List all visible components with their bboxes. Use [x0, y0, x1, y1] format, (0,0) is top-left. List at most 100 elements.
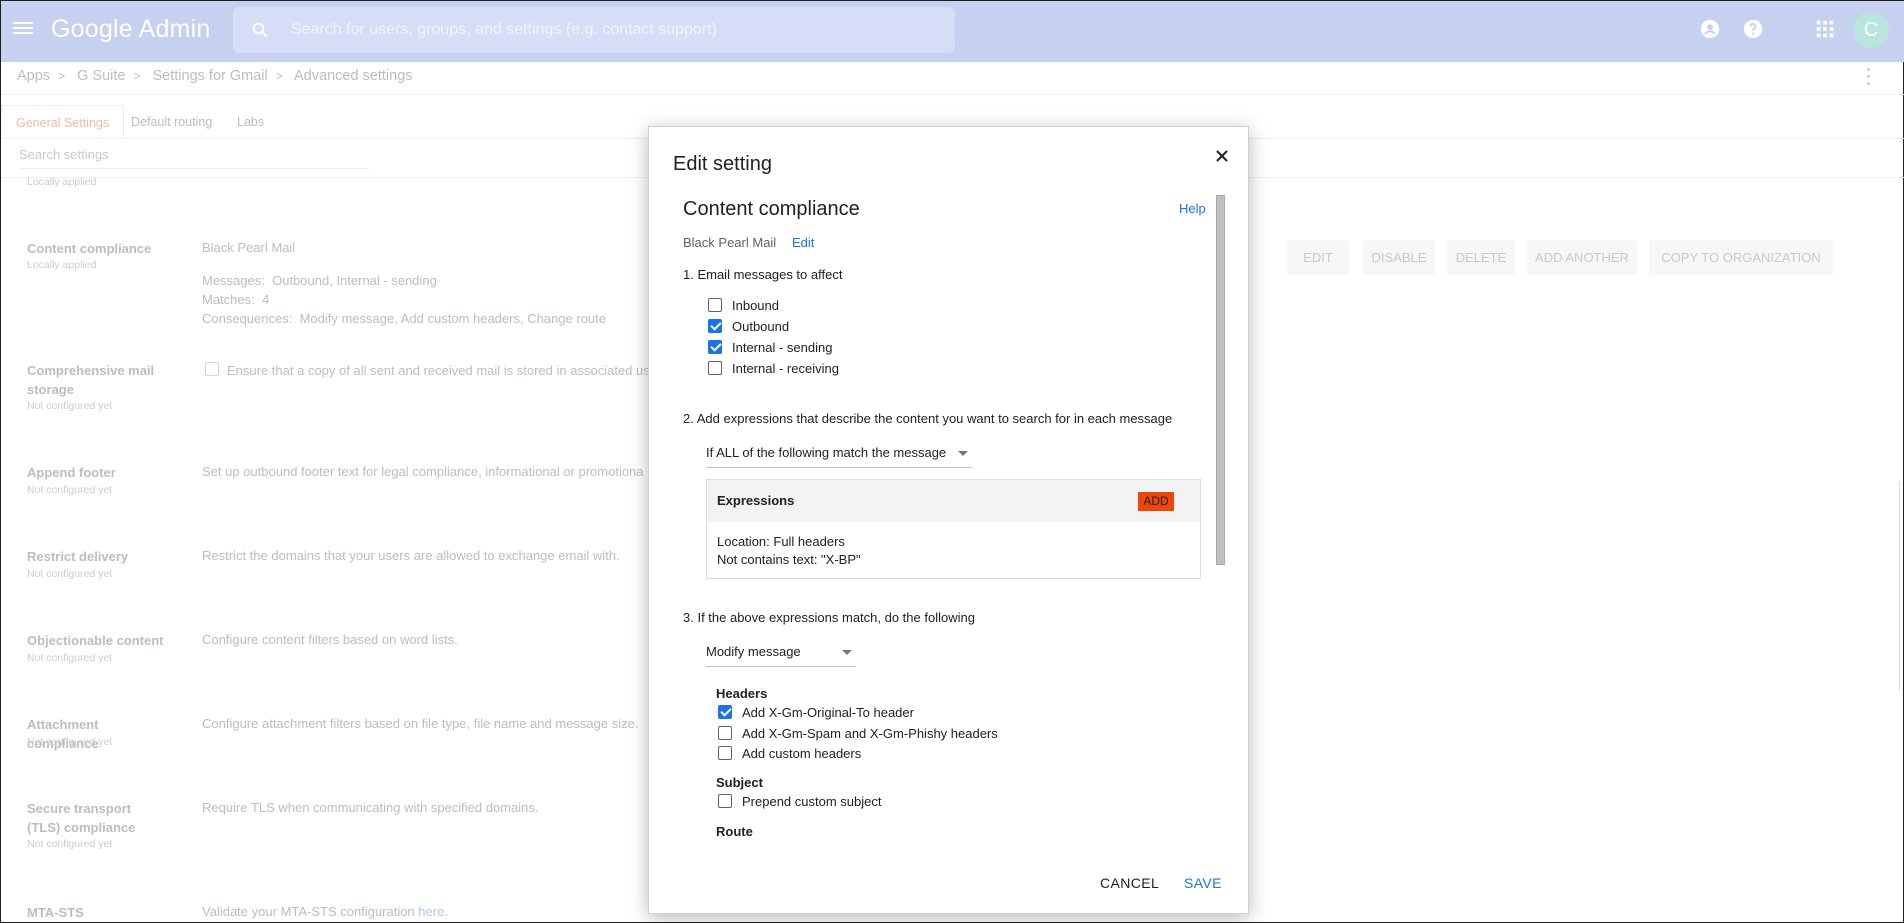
setting-title[interactable]: Content compliance — [27, 239, 167, 258]
add-expression-button[interactable]: ADD — [1138, 492, 1174, 511]
checkbox-label: Inbound — [732, 298, 779, 313]
checkbox-box — [718, 793, 732, 808]
checkbox-label: Prepend custom subject — [742, 794, 882, 809]
save-button[interactable]: SAVE — [1184, 873, 1222, 893]
setting-description: Require TLS when communicating with spec… — [202, 800, 539, 815]
menu-icon[interactable] — [13, 19, 33, 39]
dropdown-value: If ALL of the following match the messag… — [706, 445, 947, 460]
mail-storage-checkbox[interactable] — [205, 362, 219, 376]
account-circle-icon[interactable] — [1699, 18, 1721, 40]
expressions-box: Expressions ADD Location: Full headers N… — [706, 479, 1201, 579]
step-2-label: 2. Add expressions that describe the con… — [683, 411, 1173, 426]
tab-labs[interactable]: Labs — [237, 105, 264, 139]
copy-to-organization-button[interactable]: COPY TO ORGANIZATION — [1649, 240, 1833, 275]
setting-status: Locally applied — [27, 259, 97, 271]
inbound-checkbox[interactable]: Inbound — [708, 297, 779, 315]
checkbox-box — [708, 297, 722, 312]
avatar[interactable]: C — [1853, 12, 1889, 48]
route-heading: Route — [716, 824, 753, 839]
divider — [1, 94, 1904, 95]
matches-value: 4 — [261, 292, 270, 307]
expressions-header: Expressions ADD — [707, 480, 1200, 522]
edit-org-link[interactable]: Edit — [792, 235, 814, 250]
action-dropdown[interactable]: Modify message — [706, 641, 856, 667]
expression-condition: Not contains text: "X-BP" — [717, 552, 861, 567]
checkbox-box — [708, 318, 722, 333]
top-app-bar: Google Admin C — [1, 1, 1904, 62]
close-icon[interactable] — [1215, 149, 1229, 163]
edit-setting-dialog: Edit setting Content compliance Help Bla… — [648, 126, 1249, 914]
checkbox-label: Add X-Gm-Original-To header — [742, 705, 914, 720]
add-spam-phishy-headers-checkbox[interactable]: Add X-Gm-Spam and X-Gm-Phishy headers — [718, 725, 998, 743]
setting-title[interactable]: Append footer — [27, 463, 167, 482]
messages-value: Outbound, Internal - sending — [272, 273, 437, 288]
outbound-checkbox[interactable]: Outbound — [708, 318, 789, 336]
internal-receiving-checkbox[interactable]: Internal - receiving — [708, 360, 839, 378]
setting-status: Not configured yet — [27, 838, 113, 850]
setting-status: Not configured yet — [27, 484, 113, 496]
help-link[interactable]: Help — [1179, 201, 1206, 216]
org-name: Black Pearl Mail — [683, 235, 777, 250]
matches-label: Matches: — [202, 292, 255, 307]
setting-title[interactable]: Comprehensive mail storage — [27, 361, 167, 399]
disable-button[interactable]: DISABLE — [1363, 240, 1435, 275]
setting-description: Set up outbound footer text for legal co… — [202, 464, 644, 479]
prepend-subject-checkbox[interactable]: Prepend custom subject — [718, 793, 881, 811]
app-logo[interactable]: Google Admin — [51, 15, 210, 44]
breadcrumb-item: Advanced settings — [294, 68, 413, 84]
setting-status: Not configured yet — [27, 400, 113, 412]
content-compliance-matches: Matches: 4 — [202, 292, 269, 307]
expression-location: Location: Full headers — [717, 534, 845, 549]
checkbox-box — [718, 745, 732, 760]
breadcrumb: Apps > G Suite > Settings for Gmail > Advan… — [17, 68, 413, 84]
settings-search-input[interactable]: Search settings — [19, 147, 369, 169]
more-options-icon[interactable] — [1867, 68, 1871, 86]
breadcrumb-item[interactable]: Apps — [17, 68, 50, 84]
checkbox-box — [708, 339, 722, 354]
edit-button[interactable]: EDIT — [1287, 240, 1349, 275]
content-compliance-messages: Messages: Outbound, Internal - sending — [202, 273, 437, 288]
checkbox-box — [718, 725, 732, 740]
add-custom-headers-checkbox[interactable]: Add custom headers — [718, 745, 861, 763]
consequences-label: Consequences: — [202, 311, 293, 326]
dialog-title: Edit setting — [673, 153, 772, 175]
checkbox-box — [718, 704, 732, 719]
setting-title[interactable]: Secure transport (TLS) compliance — [27, 799, 167, 837]
row-status: Locally applied — [27, 176, 97, 188]
help-icon[interactable] — [1742, 18, 1764, 40]
add-another-button[interactable]: ADD ANOTHER — [1527, 240, 1637, 275]
tab-default-routing[interactable]: Default routing — [131, 105, 212, 139]
checkbox-label: Internal - sending — [732, 340, 833, 355]
cancel-button[interactable]: CANCEL — [1100, 873, 1159, 893]
dialog-scrollbar[interactable] — [1216, 195, 1225, 565]
here-link[interactable]: here — [418, 904, 444, 919]
dropdown-arrow-icon — [842, 650, 852, 655]
mta-sts-text: Validate your MTA-STS configuration — [202, 904, 415, 919]
checkbox-label: Add custom headers — [742, 746, 862, 761]
setting-title[interactable]: MTA-STS — [27, 903, 167, 922]
page-scrollbar[interactable] — [1899, 481, 1900, 691]
breadcrumb-item[interactable]: Settings for Gmail — [153, 68, 268, 84]
setting-description: Black Pearl Mail — [202, 240, 296, 255]
internal-sending-checkbox[interactable]: Internal - sending — [708, 339, 832, 357]
match-mode-dropdown[interactable]: If ALL of the following match the messag… — [706, 442, 972, 468]
setting-title[interactable]: Restrict delivery — [27, 547, 167, 566]
consequences-value: Modify message, Add custom headers, Chan… — [299, 311, 606, 326]
subject-heading: Subject — [716, 775, 763, 790]
tab-general-settings[interactable]: General Settings — [1, 105, 125, 139]
setting-title[interactable]: Objectionable content — [27, 631, 167, 650]
delete-button[interactable]: DELETE — [1447, 240, 1515, 275]
step-1-label: 1. Email messages to affect — [683, 267, 843, 282]
search-input[interactable] — [289, 19, 929, 41]
section-title: Content compliance — [683, 198, 860, 220]
breadcrumb-item[interactable]: G Suite — [77, 68, 125, 84]
add-original-to-header-checkbox[interactable]: Add X-Gm-Original-To header — [718, 704, 914, 722]
step-3-label: 3. If the above expressions match, do th… — [683, 610, 975, 625]
headers-heading: Headers — [716, 686, 768, 701]
search-bar[interactable] — [233, 7, 955, 53]
setting-status: Not configured yet — [27, 736, 113, 748]
setting-status: Not configured yet — [27, 568, 113, 580]
apps-grid-icon[interactable] — [1814, 18, 1836, 40]
checkbox-label: Internal - receiving — [732, 361, 839, 376]
setting-status: Not configured yet — [27, 652, 113, 664]
